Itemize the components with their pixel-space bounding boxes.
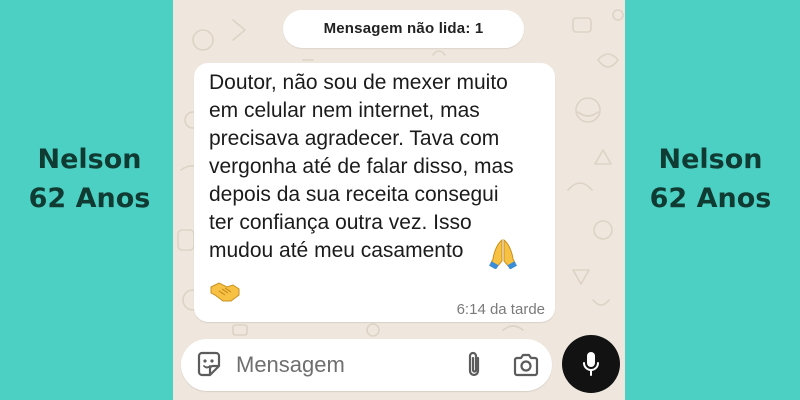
message-composer bbox=[181, 339, 552, 391]
chat-screen: Mensagem não lida: 1 Doutor, não sou de … bbox=[173, 0, 625, 400]
sticker-icon[interactable] bbox=[195, 351, 223, 379]
side-label-name: Nelson bbox=[658, 144, 763, 175]
camera-icon[interactable] bbox=[512, 352, 540, 378]
handshake-emoji bbox=[210, 282, 240, 302]
attach-icon[interactable] bbox=[463, 350, 485, 380]
unread-banner: Mensagem não lida: 1 bbox=[283, 10, 524, 48]
side-label-age: 62 Anos bbox=[28, 183, 151, 214]
message-text: Doutor, não sou de mexer muito em celula… bbox=[209, 71, 514, 262]
side-label-right: Nelson 62 Anos bbox=[623, 140, 798, 218]
message-bubble[interactable]: Doutor, não sou de mexer muito em celula… bbox=[194, 63, 555, 322]
folded-hands-emoji bbox=[489, 238, 517, 269]
side-label-age: 62 Anos bbox=[649, 183, 772, 214]
voice-record-button[interactable] bbox=[562, 335, 620, 393]
message-time: 6:14 da tarde bbox=[456, 301, 545, 318]
mic-icon bbox=[583, 352, 599, 376]
message-input[interactable] bbox=[236, 339, 456, 391]
side-label-name: Nelson bbox=[37, 144, 142, 175]
side-label-left: Nelson 62 Anos bbox=[2, 140, 177, 218]
